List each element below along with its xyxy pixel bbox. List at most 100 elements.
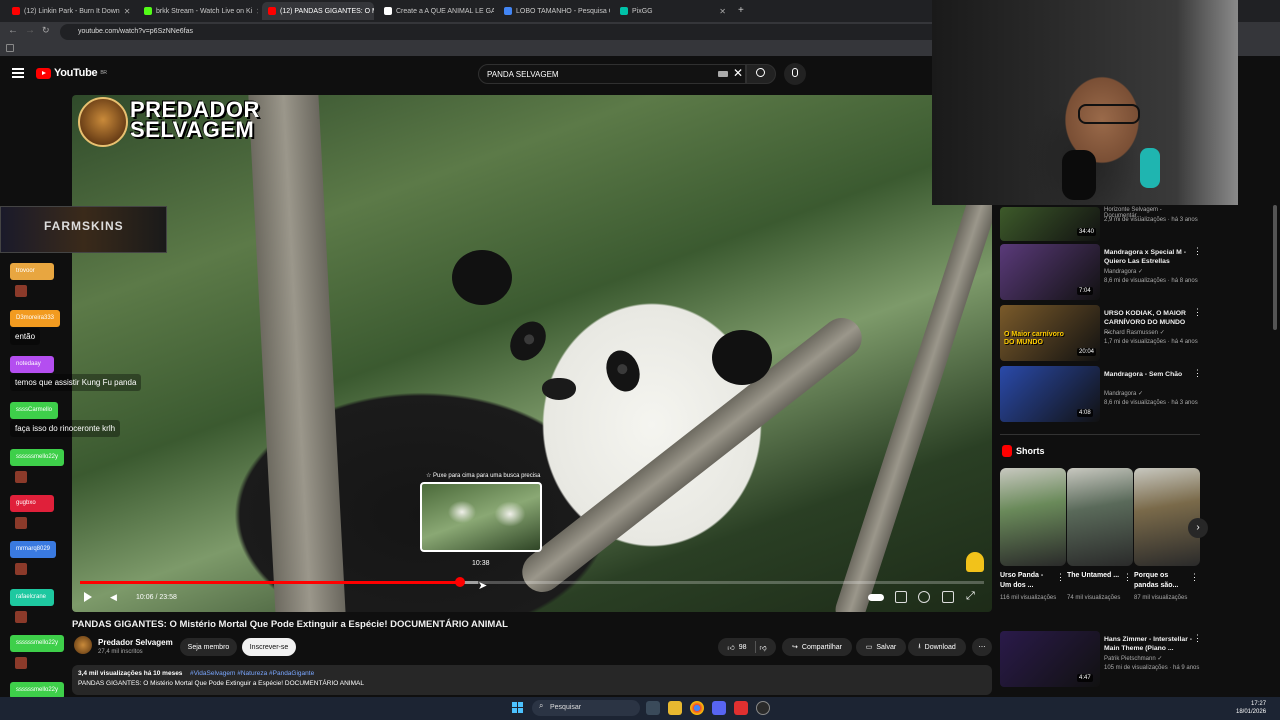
file-explorer-icon[interactable] [668,701,682,715]
panda-eye [502,314,554,368]
more-options-icon[interactable]: ⋮ [1193,633,1202,644]
recommended-video[interactable]: 7:04 Mandragora x Special M - Quiero Las … [1000,244,1202,302]
like-button[interactable]: 👍︎ 98 👎︎ [718,638,776,656]
chat-username[interactable]: ssssssmello22y [10,449,65,466]
more-options-icon[interactable]: ⋮ [1123,572,1132,583]
url-field[interactable]: youtube.com/watch?v=p6SzNNe6fas [60,24,940,40]
obs-icon[interactable] [756,701,770,715]
keyboard-icon[interactable] [718,71,728,77]
download-button[interactable]: ⭳ Download [908,638,966,656]
scrollbar[interactable] [1273,205,1277,330]
browser-tab[interactable]: (12) Linkin Park - Burn It Down ✕ [6,2,134,20]
close-tab-icon[interactable]: ✕ [256,7,258,16]
more-options-icon[interactable]: ⋮ [1193,368,1202,379]
shorts-next-icon[interactable]: › [1188,518,1208,538]
video-views: 2,9 mi de visualizações · há 3 anos [1104,217,1198,223]
menu-icon[interactable] [12,68,24,78]
recommended-video[interactable]: 4:47 Hans Zimmer - Interstellar - Main Th… [1000,631,1202,689]
video-thumbnail[interactable]: 7:04 [1000,244,1100,300]
back-icon[interactable]: ← [8,25,18,36]
browser-tab[interactable]: (12) PANDAS GIGANTES: O Mi✕ [262,2,374,20]
clear-search-icon[interactable]: ✕ [733,66,743,80]
chat-username[interactable]: ssssCarmello [10,402,59,419]
search-button[interactable] [746,64,776,84]
bell-icon[interactable] [966,552,984,572]
chrome-icon[interactable] [690,701,704,715]
short-thumbnail[interactable] [1134,468,1200,566]
apps-icon[interactable] [6,44,14,52]
short-title[interactable]: The Untamed ... [1067,571,1121,581]
autoplay-toggle[interactable] [868,594,884,601]
video-thumbnail[interactable]: 4:47 [1000,631,1100,687]
reload-icon[interactable]: ↻ [42,25,50,36]
video-thumbnail[interactable]: O Maior carnívoro DO MUNDO 20:04 [1000,305,1100,361]
settings-icon[interactable] [918,591,930,603]
more-options-icon[interactable]: ⋮ [1056,572,1065,583]
save-button[interactable]: ▭ Salvar [856,638,906,656]
task-view-icon[interactable] [646,701,660,715]
short-thumbnail[interactable] [1067,468,1133,566]
chat-username[interactable]: notedaay [10,356,54,373]
forward-icon[interactable]: → [25,25,35,36]
short-title[interactable]: Urso Panda - Um dos ... [1000,571,1054,591]
more-options-icon[interactable]: ⋮ [1190,572,1199,583]
close-tab-icon[interactable]: ✕ [124,7,131,16]
short-views: 74 mil visualizações [1067,595,1121,601]
channel-avatar[interactable] [74,636,92,654]
recommended-video[interactable]: 4:08 Mandragora - Sem Chão Mandragora ✓ 8,6… [1000,366,1202,424]
taskbar-search[interactable]: Pesquisar [532,700,640,716]
short-thumbnail[interactable] [1000,468,1066,566]
volume-icon[interactable]: ◀ [110,592,119,602]
short-title[interactable]: Porque os pandas são... [1134,571,1188,591]
windows-start-icon[interactable] [512,702,524,714]
subtitles-icon[interactable] [895,591,907,603]
browser-tab[interactable]: Create a A QUE ANIMAL LE GA✕ [378,2,494,20]
channel-name[interactable]: Mandragora ✓ [1104,390,1143,397]
chat-username[interactable]: gugbxo [10,495,54,512]
streamer-cup [1140,148,1160,188]
browser-tab[interactable]: LOBO TAMANHO - Pesquisa Go✕ [498,2,610,20]
recommended-video[interactable]: O Maior carnívoro DO MUNDO 20:04 URSO KODI… [1000,305,1202,363]
hashtags[interactable]: #VidaSelvagem #Natureza #PandaGigante [190,670,314,677]
scrubber-handle[interactable] [454,577,465,587]
browser-tab[interactable]: PixGG ✕ [614,2,732,20]
voice-search-button[interactable] [784,63,806,85]
close-tab-icon[interactable]: ✕ [719,7,726,16]
join-button[interactable]: Seja membro [180,638,237,656]
seek-preview-thumbnail [420,482,542,552]
video-title[interactable]: Hans Zimmer - Interstellar - Main Theme … [1104,635,1192,653]
new-tab-icon[interactable]: + [738,5,744,16]
channel-watermark-logo[interactable] [78,97,128,147]
subscribe-button[interactable]: Inscrever-se [242,638,296,656]
youtube-logo[interactable]: YouTube BR [36,67,107,79]
chat-username[interactable]: mrmarq8029 [10,541,57,558]
channel-name[interactable]: Richard Rasmussen ✓ [1104,329,1165,336]
video-title[interactable]: Mandragora x Special M - Quiero Las Estr… [1104,248,1192,266]
miniplayer-icon[interactable] [942,591,954,603]
search-input[interactable]: PANDA SELVAGEM [478,64,746,84]
mouse-cursor-icon: ➤ [478,580,488,592]
share-button[interactable]: ↪ Compartilhar [782,638,852,656]
discord-icon[interactable] [712,701,726,715]
thumbs-down-icon[interactable]: 👎︎ [760,643,767,652]
chat-username[interactable]: trovoor [10,263,54,280]
channel-name[interactable]: Mandragora ✓ [1104,268,1143,275]
panda-ear [452,250,512,305]
more-options-icon[interactable]: ⋮ [1193,246,1202,257]
recommended-video[interactable]: 34:40 Horizonte Selvagem - Documentár... 2… [1000,207,1200,243]
more-options-icon[interactable]: ⋮ [1193,307,1202,318]
channel-name[interactable]: Patrik Pietschmann ✓ [1104,655,1162,662]
video-thumbnail[interactable]: 4:08 [1000,366,1100,422]
chat-username[interactable]: rafaelcrane [10,589,54,606]
video-thumbnail[interactable]: 34:40 [1000,207,1100,241]
divider [1000,434,1200,435]
channel-name[interactable]: Predador Selvagem [98,638,173,647]
video-title[interactable]: Mandragora - Sem Chão [1104,370,1192,379]
chat-username[interactable]: D3moreira333 [10,310,61,327]
chat-username[interactable]: ssssssmello22y [10,635,65,652]
play-icon[interactable] [84,592,92,602]
app-icon[interactable] [734,701,748,715]
more-actions-icon[interactable]: ⋯ [972,638,992,656]
browser-tab[interactable]: brkk Stream - Watch Live on Ki✕ [138,2,258,20]
fullscreen-icon[interactable]: ⤢ [966,590,975,603]
